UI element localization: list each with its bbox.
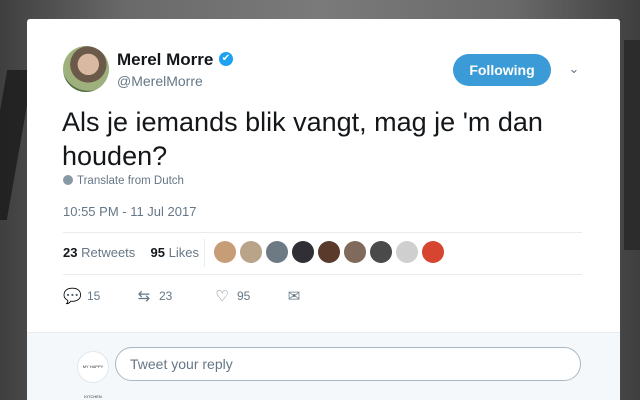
user-avatar: MY HAPPY KITCHEN — [77, 351, 109, 399]
retweets-label[interactable]: Retweets — [81, 245, 135, 260]
reply-count: 15 — [87, 289, 101, 303]
envelope-icon[interactable]: ✉ — [285, 287, 303, 305]
user-avatar-label: MY HAPPY KITCHEN — [82, 364, 104, 399]
direct-message-action[interactable]: ✉ — [285, 287, 303, 307]
liker-avatar[interactable] — [266, 241, 288, 263]
following-button[interactable]: Following — [453, 54, 551, 86]
chevron-down-icon[interactable]: ⌄ — [567, 61, 581, 76]
like-action[interactable]: ♡ 95 — [213, 287, 250, 307]
divider — [63, 274, 582, 275]
liker-avatar[interactable] — [240, 241, 262, 263]
reply-input[interactable] — [115, 347, 581, 381]
retweet-action-count: 23 — [159, 289, 173, 303]
retweet-action[interactable]: ⇆ 23 — [135, 287, 173, 307]
liker-avatar[interactable] — [292, 241, 314, 263]
translate-label[interactable]: Translate from Dutch — [77, 175, 184, 187]
author-handle[interactable]: @MerelMorre — [117, 73, 203, 89]
liker-avatar[interactable] — [396, 241, 418, 263]
liker-avatars — [214, 241, 448, 265]
tweet-stats: 23 Retweets 95 Likes — [63, 245, 199, 260]
likes-count[interactable]: 95 — [151, 245, 165, 260]
author-name[interactable]: Merel Morre — [117, 50, 213, 70]
retweet-count[interactable]: 23 — [63, 245, 77, 260]
background-shape-right — [624, 40, 640, 250]
reply-action[interactable]: 💬 15 — [63, 287, 100, 307]
reply-bar: MY HAPPY KITCHEN — [27, 332, 620, 400]
globe-icon — [63, 175, 73, 185]
tweet-text: Als je iemands blik vangt, mag je 'm dan… — [62, 107, 543, 171]
liker-avatar[interactable] — [214, 241, 236, 263]
stats-divider — [204, 239, 205, 267]
heart-icon[interactable]: ♡ — [213, 287, 231, 305]
verified-badge-icon: ✔ — [219, 52, 233, 66]
liker-avatar[interactable] — [318, 241, 340, 263]
tweet-card: Merel Morre ✔ @MerelMorre Following ⌄ Al… — [27, 19, 620, 400]
divider — [63, 232, 582, 233]
liker-avatar[interactable] — [422, 241, 444, 263]
liker-avatar[interactable] — [370, 241, 392, 263]
retweet-icon[interactable]: ⇆ — [135, 287, 153, 305]
like-action-count: 95 — [237, 289, 251, 303]
translate-link[interactable]: Translate from Dutch — [63, 175, 184, 187]
likes-label[interactable]: Likes — [169, 245, 199, 260]
reply-icon[interactable]: 💬 — [63, 287, 82, 305]
liker-avatar[interactable] — [344, 241, 366, 263]
author-avatar[interactable] — [63, 46, 109, 92]
tweet-timestamp[interactable]: 10:55 PM - 11 Jul 2017 — [63, 204, 196, 219]
